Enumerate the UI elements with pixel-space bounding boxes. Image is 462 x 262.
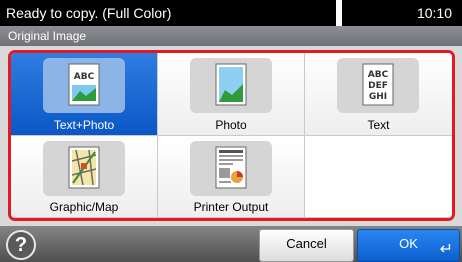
help-button[interactable]: ?	[6, 230, 36, 260]
icon-tile	[190, 58, 272, 113]
option-text-photo[interactable]: ABC Text+Photo	[11, 53, 158, 136]
option-label: Text+Photo	[53, 118, 115, 132]
option-photo[interactable]: Photo	[158, 53, 305, 136]
status-bar: Ready to copy. (Full Color) 10:10	[0, 0, 462, 26]
ok-button[interactable]: OK ↵	[357, 229, 460, 262]
icon-letters: DEF	[368, 81, 388, 91]
printer-output-icon	[215, 146, 247, 189]
icon-letters: GHI	[369, 92, 387, 102]
option-label: Graphic/Map	[49, 200, 119, 214]
clock: 10:10	[342, 0, 462, 26]
text-photo-icon: ABC	[68, 63, 100, 106]
text-icon: ABC DEF GHI	[362, 63, 394, 106]
icon-tile: ABC	[43, 58, 125, 113]
photo-icon	[215, 63, 247, 106]
option-printer-output[interactable]: Printer Output	[158, 136, 305, 218]
icon-tile: ABC DEF GHI	[337, 58, 419, 113]
icon-letters: ABC	[74, 72, 95, 82]
option-text[interactable]: ABC DEF GHI Text	[305, 53, 452, 136]
icon-letters: ABC	[368, 70, 389, 80]
icon-tile	[43, 141, 125, 196]
status-message: Ready to copy. (Full Color)	[0, 0, 336, 26]
empty-cell	[305, 136, 452, 218]
ok-label: OK	[399, 236, 418, 251]
option-label: Text	[367, 118, 390, 132]
graphic-map-icon	[68, 146, 100, 189]
icon-tile	[190, 141, 272, 196]
enter-icon: ↵	[439, 241, 453, 258]
screen-title: Original Image	[0, 26, 462, 46]
option-label: Printer Output	[193, 200, 269, 214]
option-frame: ABC Text+Photo Photo ABC DEF GHI Text Gr…	[8, 50, 455, 221]
cancel-label: Cancel	[286, 236, 327, 251]
option-graphic-map[interactable]: Graphic/Map	[11, 136, 158, 218]
cancel-button[interactable]: Cancel	[259, 229, 354, 262]
option-grid: ABC Text+Photo Photo ABC DEF GHI Text Gr…	[11, 53, 452, 218]
option-label: Photo	[215, 118, 247, 132]
